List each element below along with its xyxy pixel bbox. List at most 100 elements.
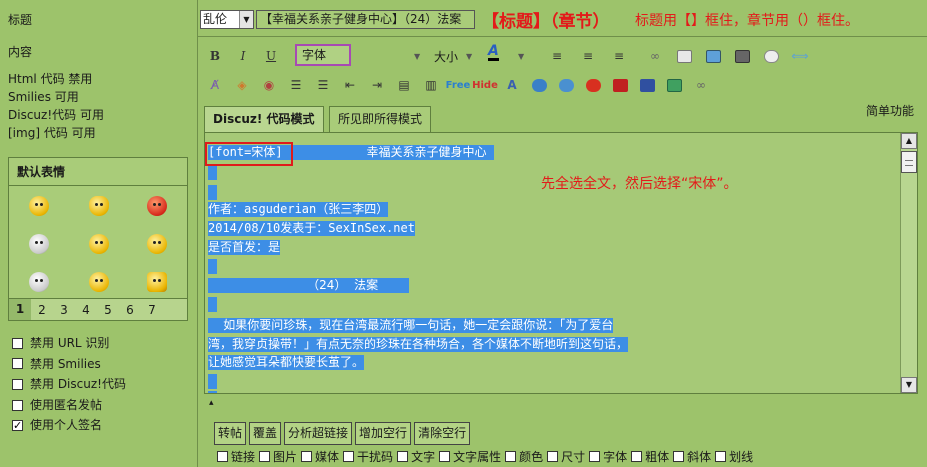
option-disable-discuz[interactable]: 禁用 Discuz!代码 — [12, 374, 126, 395]
skull-icon[interactable] — [29, 234, 49, 254]
check-font[interactable]: 字体 — [589, 448, 627, 465]
simple-mode-link[interactable]: 简单功能 — [866, 102, 914, 119]
smilies-pager: 1 2 3 4 5 6 7 — [9, 298, 187, 320]
soccer-ball-icon[interactable] — [29, 272, 49, 292]
option-signature[interactable]: 使用个人签名 — [12, 415, 126, 437]
check-image[interactable]: 图片 — [259, 448, 297, 465]
underline-icon[interactable]: U — [260, 45, 282, 67]
content-label: 内容 — [8, 45, 33, 59]
smilies-page-1[interactable]: 1 — [9, 299, 31, 320]
checkbox[interactable] — [12, 399, 23, 411]
rm-icon[interactable] — [528, 74, 550, 96]
video-icon[interactable] — [636, 74, 658, 96]
quote-icon[interactable] — [760, 45, 782, 67]
code-icon[interactable]: ⟺ — [789, 45, 811, 67]
resize-handle-icon[interactable]: ▴ — [209, 398, 214, 408]
editor-line: 2014/08/10发表于：SexInSex.net — [208, 221, 415, 236]
ordered-list-icon[interactable]: ☰ — [285, 74, 307, 96]
flash-icon[interactable] — [609, 74, 631, 96]
check-link[interactable]: 链接 — [217, 448, 255, 465]
thumbs-up-icon[interactable] — [89, 196, 109, 216]
checkbox[interactable] — [12, 337, 23, 349]
scrollbar-thumb[interactable] — [901, 151, 917, 173]
checkbox[interactable] — [12, 378, 23, 390]
angry-smiley-icon[interactable] — [147, 196, 167, 216]
bold-icon[interactable]: B — [204, 45, 226, 67]
wmv-icon[interactable] — [555, 74, 577, 96]
email-icon[interactable] — [673, 45, 695, 67]
editor-line: 湾，我穿贞操带！」有点无奈的珍珠在各种场合，各个媒体不断地听到这句话， — [208, 337, 629, 352]
check-media[interactable]: 媒体 — [301, 448, 339, 465]
align-center-icon[interactable]: ≡ — [577, 45, 599, 67]
shy-smiley-icon[interactable] — [89, 272, 109, 292]
float-left-icon[interactable]: ▤ — [393, 74, 415, 96]
attachment-link-icon[interactable]: ∞ — [690, 74, 712, 96]
check-underline[interactable]: 划线 — [715, 448, 753, 465]
check-italic[interactable]: 斜体 — [673, 448, 711, 465]
scroll-up-icon[interactable]: ▲ — [901, 133, 917, 149]
check-bold[interactable]: 粗体 — [631, 448, 669, 465]
outdent-icon[interactable]: ⇤ — [339, 74, 361, 96]
tab-wysiwyg[interactable]: 所见即所得模式 — [329, 106, 432, 132]
font-family-select[interactable]: 字体 — [295, 44, 351, 66]
font-style-icon[interactable]: A — [501, 74, 523, 96]
smilies-page-4[interactable]: 4 — [75, 303, 97, 317]
parse-links-button[interactable]: 分析超链接 — [284, 422, 353, 445]
align-left-icon[interactable]: ≡ — [546, 45, 568, 67]
unordered-list-icon[interactable]: ☰ — [312, 74, 334, 96]
indent-icon[interactable]: ⇥ — [366, 74, 388, 96]
checkbox-checked[interactable] — [12, 416, 23, 437]
rule-html: Html 代码 禁用 — [8, 72, 93, 86]
italic-icon[interactable]: I — [232, 45, 254, 67]
image-icon[interactable] — [702, 45, 724, 67]
repost-button[interactable]: 转帖 — [214, 422, 247, 445]
align-right-icon[interactable]: ≡ — [608, 45, 630, 67]
media-icon[interactable] — [731, 45, 753, 67]
checkbox[interactable] — [12, 358, 23, 370]
font-color-icon[interactable]: A — [488, 44, 499, 61]
option-disable-smilies[interactable]: 禁用 Smilies — [12, 354, 126, 375]
grumpy-smiley-icon[interactable] — [147, 234, 167, 254]
chevron-down-icon[interactable]: ▼ — [239, 11, 253, 28]
overwrite-button[interactable]: 覆盖 — [249, 422, 282, 445]
font-size-select[interactable]: 大小 — [434, 48, 458, 65]
option-anonymous[interactable]: 使用匿名发帖 — [12, 395, 126, 416]
hide-icon[interactable]: Hide — [472, 74, 498, 96]
free-icon[interactable]: Free — [446, 74, 471, 96]
editor-scrollbar[interactable]: ▲ ▼ — [900, 133, 917, 393]
smilies-page-3[interactable]: 3 — [53, 303, 75, 317]
option-disable-url[interactable]: 禁用 URL 识别 — [12, 333, 126, 354]
title-input[interactable]: 【幸福关系亲子健身中心】（24）法案 — [256, 10, 475, 29]
qq-icon[interactable] — [582, 74, 604, 96]
smilies-page-5[interactable]: 5 — [97, 303, 119, 317]
table-icon[interactable] — [663, 74, 685, 96]
float-right-icon[interactable]: ▥ — [420, 74, 442, 96]
editor-line — [208, 259, 217, 274]
color-dropdown-arrow-icon[interactable]: ▼ — [518, 52, 524, 61]
cool-smiley-icon[interactable] — [89, 234, 109, 254]
cry-smiley-icon[interactable] — [29, 196, 49, 216]
scroll-down-icon[interactable]: ▼ — [901, 377, 917, 393]
smilies-page-7[interactable]: 7 — [141, 303, 163, 317]
cake-icon[interactable] — [147, 272, 167, 292]
link-icon[interactable]: ∞ — [644, 45, 666, 67]
check-text-attr[interactable]: 文字属性 — [439, 448, 501, 465]
editor-textarea[interactable]: [font=宋体] 幸福关系亲子健身中心 作者：asguderian（张三李四）… — [204, 132, 918, 394]
check-color[interactable]: 颜色 — [505, 448, 543, 465]
check-noise-code[interactable]: 干扰码 — [343, 448, 393, 465]
font-dropdown-arrow-icon[interactable]: ▼ — [414, 52, 420, 61]
remove-blank-lines-button[interactable]: 清除空行 — [414, 422, 471, 445]
fly-text-icon[interactable]: ◈ — [231, 74, 253, 96]
check-size[interactable]: 尺寸 — [547, 448, 585, 465]
rule-smilies: Smilies 可用 — [8, 90, 79, 104]
category-select[interactable]: 乱伦 ▼ — [200, 10, 254, 29]
smilies-page-6[interactable]: 6 — [119, 303, 141, 317]
move-text-icon[interactable]: ◉ — [258, 74, 280, 96]
add-blank-lines-button[interactable]: 增加空行 — [355, 422, 412, 445]
check-text[interactable]: 文字 — [397, 448, 435, 465]
smilies-page-2[interactable]: 2 — [31, 303, 53, 317]
size-dropdown-arrow-icon[interactable]: ▼ — [466, 52, 472, 61]
clear-format-icon[interactable]: A̸ — [204, 74, 226, 96]
left-panel: 标题 内容 Html 代码 禁用 Smilies 可用 Discuz!代码 可用… — [0, 0, 197, 467]
tab-discuz-code[interactable]: Discuz! 代码模式 — [204, 106, 324, 133]
